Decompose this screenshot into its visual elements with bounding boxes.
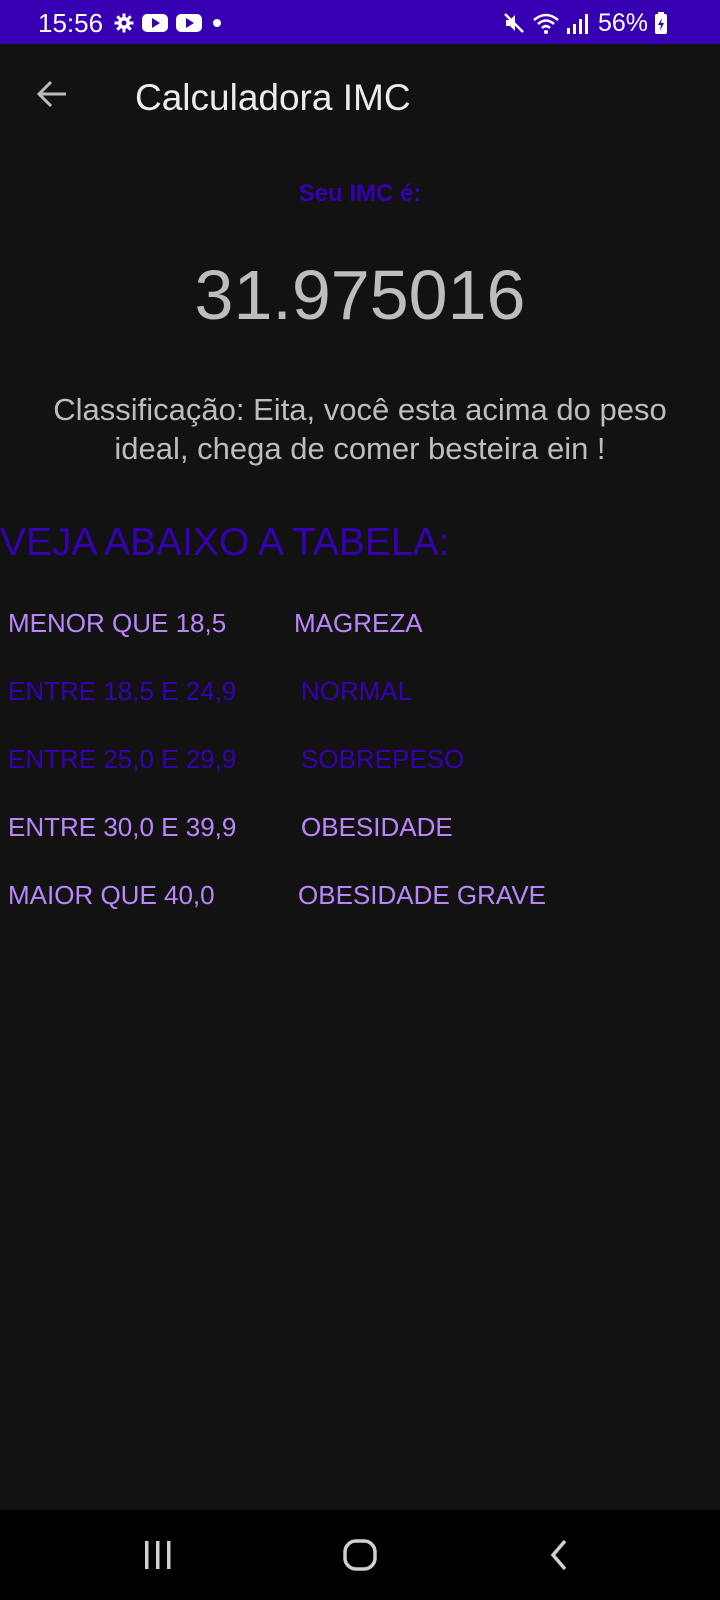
page-title: Calculadora IMC <box>135 77 411 118</box>
battery-percentage: 56% <box>597 9 648 37</box>
gear-icon <box>114 13 134 33</box>
imc-label: Seu IMC é: <box>298 180 422 207</box>
recent-apps-button[interactable] <box>128 1525 188 1585</box>
status-time: 15:56 <box>38 8 104 38</box>
battery-icon <box>655 12 667 34</box>
table-row: ENTRE 30,0 E 39,9 OBESIDADE <box>0 807 720 847</box>
table-classification: NORMAL <box>301 676 413 706</box>
table-row: ENTRE 25,0 E 29,9 SOBREPESO <box>0 739 720 779</box>
table-classification: MAGREZA <box>294 608 423 638</box>
imc-value: 31.975016 <box>194 256 526 334</box>
mute-icon <box>504 13 524 33</box>
table-row: MAIOR QUE 40,0 OBESIDADE GRAVE <box>0 875 720 915</box>
status-right-icons: 56% <box>502 10 668 36</box>
table-title: VEJA ABAIXO A TABELA: <box>0 521 450 564</box>
back-button[interactable] <box>24 66 80 122</box>
table-classification: OBESIDADE GRAVE <box>298 880 547 910</box>
arrow-back-icon <box>36 80 66 108</box>
status-bar: 15:56 56% <box>0 0 720 44</box>
back-icon <box>550 1539 567 1571</box>
youtube-icon <box>142 14 168 32</box>
app-bar: Calculadora IMC <box>0 44 720 154</box>
table-range: ENTRE 25,0 E 29,9 <box>8 744 237 774</box>
table-row: ENTRE 18,5 E 24,9 NORMAL <box>0 671 720 711</box>
wifi-icon <box>533 13 559 34</box>
table-range: MENOR QUE 18,5 <box>8 608 227 638</box>
table-range: ENTRE 18,5 E 24,9 <box>8 676 237 706</box>
dot-icon <box>213 19 221 27</box>
table-classification: SOBREPESO <box>301 744 465 774</box>
table-range: MAIOR QUE 40,0 <box>8 880 215 910</box>
status-left-icons <box>114 12 224 34</box>
signal-icon <box>566 14 588 34</box>
recent-apps-icon <box>145 1541 171 1569</box>
table-range: ENTRE 30,0 E 39,9 <box>8 812 237 842</box>
home-icon <box>343 1539 377 1571</box>
home-button[interactable] <box>330 1525 390 1585</box>
system-nav-bar <box>0 1510 720 1600</box>
youtube-icon <box>176 14 202 32</box>
table-classification: OBESIDADE <box>301 812 453 842</box>
classification-text: Classificação: Eita, você esta acima do … <box>53 392 667 466</box>
table-row: MENOR QUE 18,5 MAGREZA <box>0 603 720 643</box>
nav-back-button[interactable] <box>530 1525 590 1585</box>
